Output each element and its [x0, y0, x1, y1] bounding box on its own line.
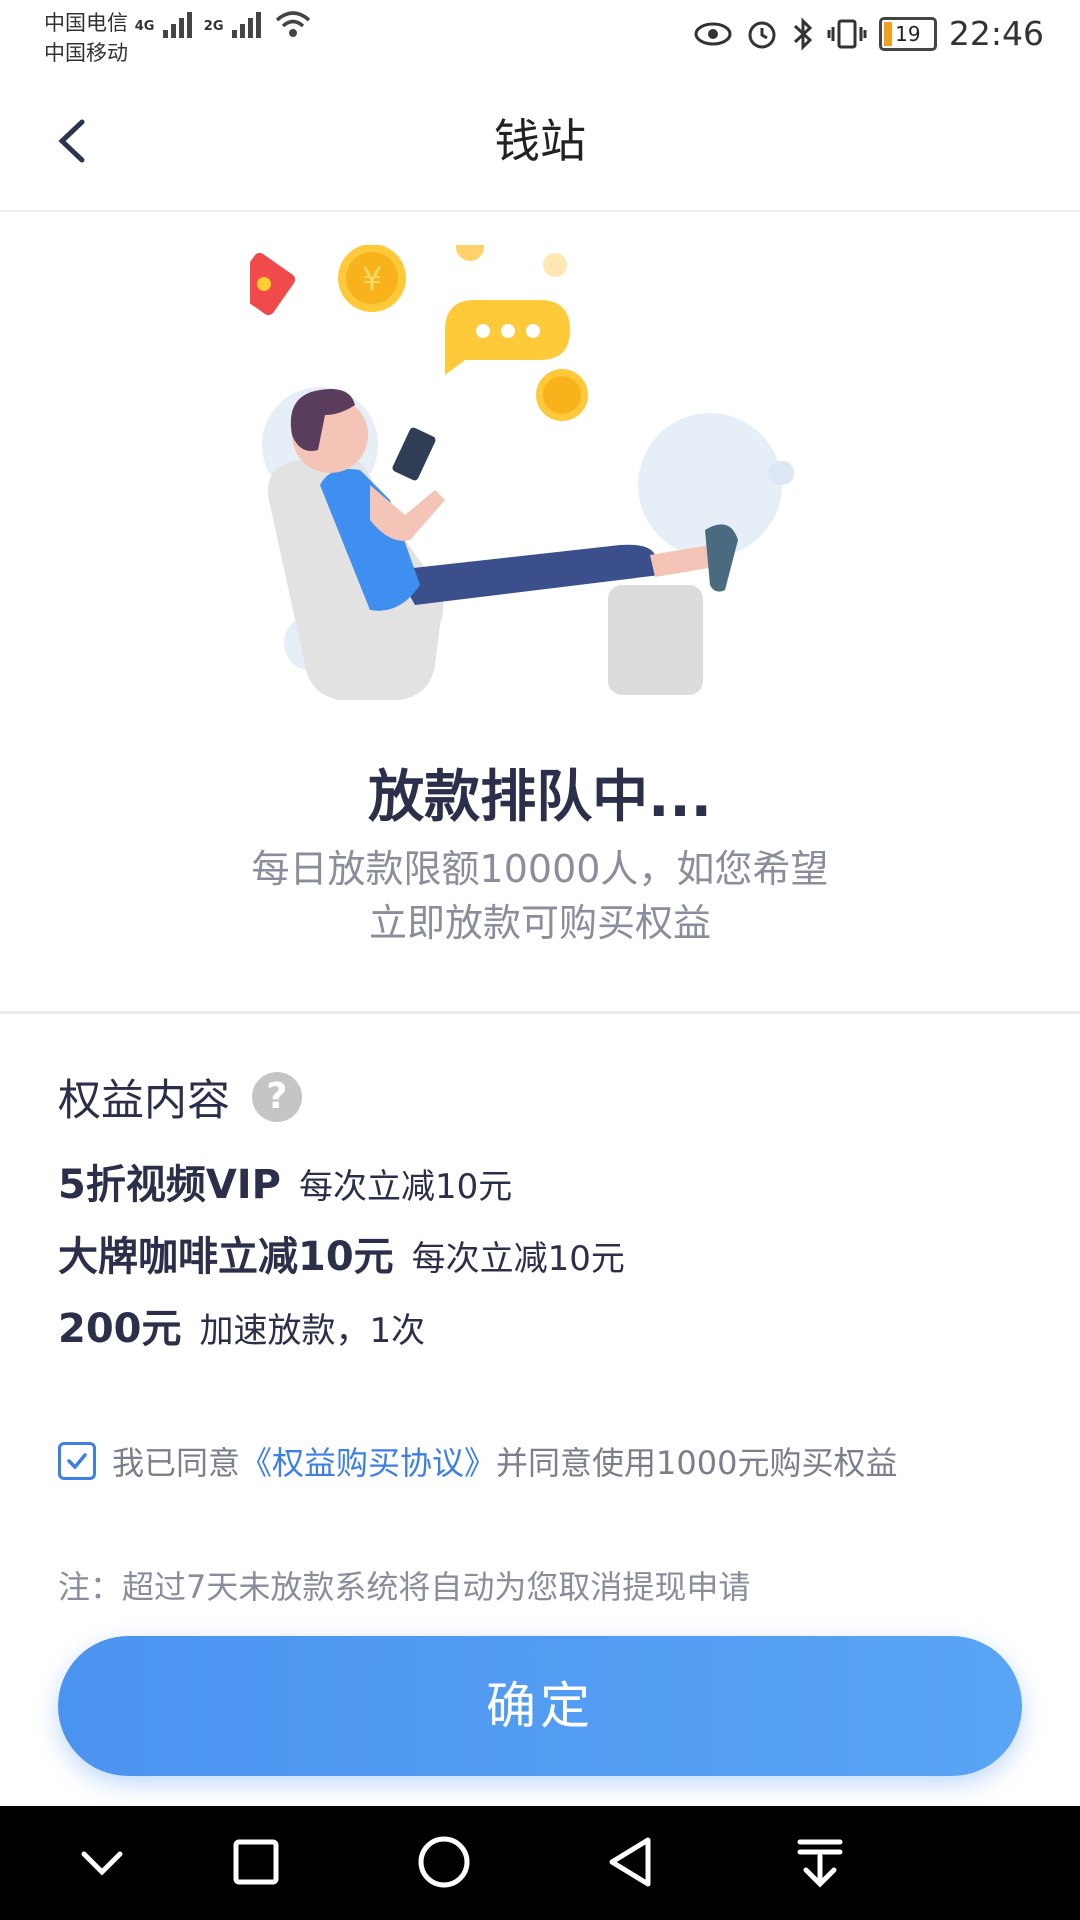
carrier-2: 中国移动	[44, 41, 128, 65]
chevron-down-icon	[81, 1851, 123, 1876]
queue-desc-line1: 每日放款限额10000人，如您希望	[251, 847, 829, 891]
battery-icon: 19	[878, 16, 937, 51]
cancel-note: 注：超过7天未放款系统将自动为您取消提现申请	[58, 1568, 751, 1606]
status-icons: 19 22:46	[693, 14, 1044, 53]
help-icon[interactable]: ?	[252, 1072, 302, 1122]
benefits-title-text: 权益内容	[58, 1076, 230, 1126]
nav-recents-button[interactable]	[220, 1826, 292, 1898]
benefit-item: 大牌咖啡立减10元 每次立减10元	[58, 1224, 625, 1282]
square-icon	[233, 1839, 279, 1885]
queue-desc-line2: 立即放款可购买权益	[368, 901, 711, 945]
benefit-main: 200元	[58, 1306, 182, 1352]
triangle-back-icon	[609, 1837, 651, 1887]
nav-bar: 钱站	[0, 76, 1080, 212]
benefit-sub: 加速放款，1次	[199, 1311, 426, 1351]
benefit-item: 5折视频VIP 每次立减10元	[58, 1152, 512, 1210]
benefit-sub: 每次立减10元	[299, 1167, 513, 1207]
system-nav-bar	[0, 1806, 1080, 1920]
signal-icon-2	[232, 12, 262, 38]
nav-home-button[interactable]	[408, 1826, 480, 1898]
queue-title: 放款排队中...	[368, 765, 712, 830]
check-icon	[67, 1453, 87, 1470]
bluetooth-icon	[793, 16, 813, 51]
wifi-icon	[275, 11, 311, 37]
carrier-1: 中国电信	[44, 11, 128, 35]
agreement-suffix: 并同意使用1000元购买权益	[496, 1444, 898, 1482]
signal-icon	[163, 12, 193, 38]
benefit-main: 大牌咖啡立减10元	[58, 1234, 394, 1280]
confirm-button[interactable]: 确定	[58, 1636, 1022, 1776]
nav-notification-button[interactable]	[784, 1826, 856, 1898]
benefits-title: 权益内容 ?	[58, 1066, 302, 1128]
benefit-main: 5折视频VIP	[58, 1162, 281, 1208]
svg-text:¥: ¥	[362, 260, 382, 298]
nav-collapse-button[interactable]	[66, 1826, 138, 1898]
network-2: 2G	[203, 19, 224, 34]
agreement-prefix: 我已同意	[112, 1444, 241, 1482]
battery-level: 19	[895, 21, 921, 46]
vibrate-icon	[827, 19, 867, 48]
download-icon	[797, 1839, 843, 1888]
section-divider	[0, 1011, 1080, 1014]
back-arrow-icon	[58, 119, 85, 163]
agreement-link[interactable]: 《权益购买协议》	[240, 1438, 496, 1484]
benefit-sub: 每次立减10元	[411, 1239, 625, 1279]
carrier-info: 中国电信 4G 2G 中国移动	[44, 8, 313, 67]
status-bar: 中国电信 4G 2G 中国移动 19 22:46	[0, 0, 1080, 76]
queue-illustration: ¥	[250, 245, 794, 700]
network-1: 4G	[134, 19, 155, 34]
queue-description: 每日放款限额10000人，如您希望 立即放款可购买权益	[0, 842, 1080, 950]
nav-back-button[interactable]	[596, 1826, 668, 1898]
clock: 22:46	[948, 14, 1044, 53]
alarm-icon	[748, 21, 776, 48]
back-button[interactable]	[40, 106, 110, 176]
eye-icon	[694, 22, 732, 45]
agreement-checkbox[interactable]	[58, 1442, 96, 1480]
benefit-item: 200元 加速放款，1次	[58, 1296, 425, 1354]
circle-icon	[418, 1836, 470, 1888]
agreement-row: 我已同意 《权益购买协议》 并同意使用1000元购买权益	[58, 1438, 897, 1484]
page-title: 钱站	[494, 114, 586, 168]
